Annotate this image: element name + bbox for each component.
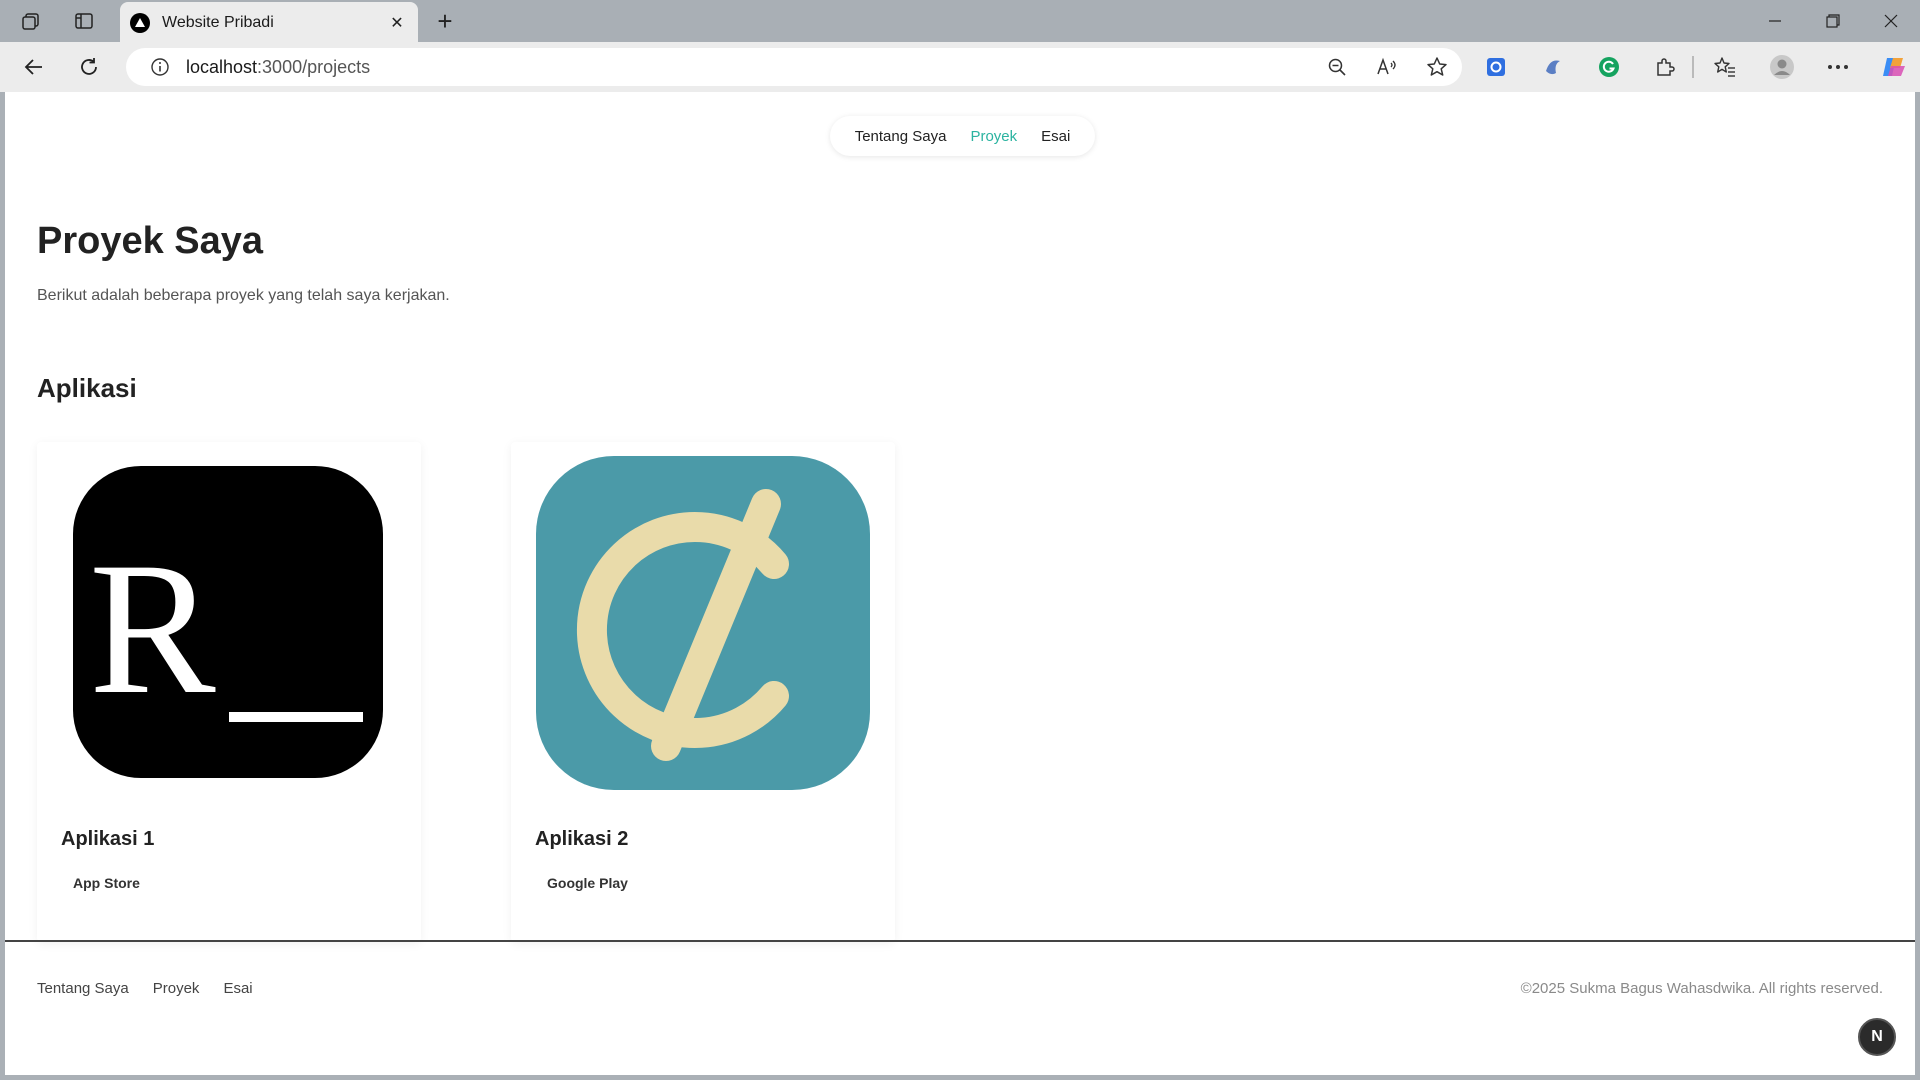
page-subtitle: Berikut adalah beberapa proyek yang tela… bbox=[37, 287, 450, 304]
page-title: Proyek Saya bbox=[37, 220, 264, 262]
app-store-button[interactable]: App Store bbox=[61, 869, 152, 897]
minimize-icon[interactable] bbox=[1752, 6, 1798, 36]
section-title: Aplikasi bbox=[37, 373, 137, 403]
url-text[interactable]: localhost:3000/projects bbox=[186, 57, 1312, 78]
cent-sign-app-icon bbox=[536, 456, 870, 795]
extensions-puzzle-icon[interactable] bbox=[1647, 50, 1683, 84]
copyright-text: ©2025 Sukma Bagus Wahasdwika. All rights… bbox=[1520, 980, 1883, 997]
favorite-star-icon[interactable] bbox=[1412, 48, 1462, 86]
browser-tab[interactable]: Website Pribadi ✕ bbox=[120, 2, 418, 43]
browser-tab-bar: Website Pribadi ✕ + bbox=[0, 0, 1920, 43]
back-arrow-icon[interactable] bbox=[16, 50, 52, 84]
nav-item-esai[interactable]: Esai bbox=[1041, 128, 1070, 145]
footer-divider bbox=[5, 940, 1915, 942]
top-navigation: Tentang Saya Proyek Esai bbox=[830, 116, 1095, 156]
zoom-out-icon[interactable] bbox=[1312, 48, 1362, 86]
browser-toolbar: localhost:3000/projects bbox=[0, 42, 1920, 92]
google-play-button[interactable]: Google Play bbox=[535, 869, 640, 897]
tab-close-button[interactable]: ✕ bbox=[386, 13, 408, 33]
card-title: Aplikasi 1 bbox=[61, 828, 155, 850]
toolbar-separator bbox=[1683, 50, 1703, 84]
site-favicon-icon bbox=[130, 12, 150, 33]
footer-navigation: Tentang Saya Proyek Esai bbox=[37, 980, 253, 997]
tab-actions-icon[interactable] bbox=[67, 6, 101, 36]
read-aloud-icon[interactable] bbox=[1362, 48, 1412, 86]
profile-avatar-icon[interactable] bbox=[1764, 50, 1800, 84]
tab-title: Website Pribadi bbox=[162, 13, 274, 31]
close-window-icon[interactable] bbox=[1868, 6, 1914, 36]
card-title: Aplikasi 2 bbox=[535, 828, 629, 850]
project-card-2[interactable]: Aplikasi 2 Google Play bbox=[511, 442, 895, 942]
nav-item-proyek[interactable]: Proyek bbox=[970, 128, 1017, 145]
r-terminal-app-icon: R bbox=[73, 466, 383, 783]
new-tab-button[interactable]: + bbox=[428, 6, 462, 36]
app-icon-letter: R bbox=[89, 524, 216, 734]
extension-swirl-icon[interactable] bbox=[1535, 50, 1571, 84]
nav-item-tentang-saya[interactable]: Tentang Saya bbox=[855, 128, 947, 145]
more-menu-icon[interactable] bbox=[1820, 50, 1856, 84]
site-info-icon[interactable] bbox=[138, 57, 182, 77]
footer-link-proyek[interactable]: Proyek bbox=[153, 980, 200, 997]
restore-icon[interactable] bbox=[1810, 6, 1856, 36]
page-viewport: Tentang Saya Proyek Esai Proyek Saya Ber… bbox=[5, 92, 1915, 1075]
footer-link-tentang-saya[interactable]: Tentang Saya bbox=[37, 980, 129, 997]
project-card-1[interactable]: R Aplikasi 1 App Store bbox=[37, 442, 421, 942]
workspaces-icon[interactable] bbox=[14, 6, 48, 36]
footer-link-esai[interactable]: Esai bbox=[223, 980, 252, 997]
favorites-icon[interactable] bbox=[1707, 50, 1743, 84]
address-bar[interactable]: localhost:3000/projects bbox=[126, 48, 1462, 86]
nextjs-dev-badge[interactable]: N bbox=[1858, 1018, 1896, 1056]
copilot-icon[interactable] bbox=[1876, 50, 1912, 84]
grammarly-icon[interactable] bbox=[1591, 50, 1627, 84]
extension-blue-icon[interactable] bbox=[1478, 50, 1514, 84]
reload-icon[interactable] bbox=[71, 50, 107, 84]
url-path: :3000/projects bbox=[257, 56, 371, 77]
url-host: localhost bbox=[186, 56, 258, 77]
